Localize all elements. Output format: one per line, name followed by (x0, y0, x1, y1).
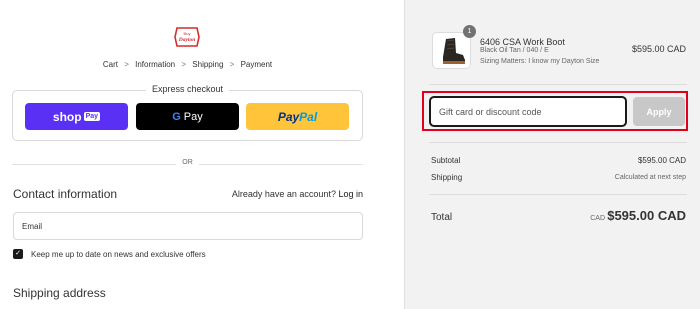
summary-divider (429, 194, 687, 195)
or-label: OR (176, 159, 199, 166)
breadcrumb-separator: > (181, 60, 187, 69)
subtotal-label: Subtotal (431, 156, 461, 165)
product-thumbnail (432, 32, 471, 69)
product-variant: Black Oil Tan / 040 / E (480, 47, 549, 54)
contact-information-heading: Contact information (13, 187, 118, 201)
product-price: $595.00 CAD (631, 44, 686, 54)
paypal-label-pay: Pay (277, 109, 300, 124)
boot-image (443, 38, 465, 64)
marketing-opt-in[interactable]: ✓ Keep me up to date on news and exclusi… (13, 249, 206, 259)
shipping-value: Calculated at next step (614, 174, 686, 181)
google-pay-label: Pay (183, 110, 203, 123)
marketing-checkbox[interactable]: ✓ (13, 249, 23, 259)
logo-text-top: Buy (184, 31, 191, 36)
shipping-label: Shipping (431, 173, 463, 182)
product-size-note: Sizing Matters: I know my Dayton Size (480, 58, 600, 65)
logo-text-main: Dayton (178, 37, 196, 43)
store-logo[interactable]: Buy Dayton (173, 25, 201, 49)
breadcrumb-separator: > (229, 60, 235, 69)
shop-pay-badge: Pay (83, 112, 101, 121)
shop-pay-button[interactable]: shop Pay (25, 103, 128, 130)
account-prompt-text: Already have an account? (231, 189, 336, 199)
paypal-label-pal: Pal (299, 109, 318, 124)
apply-discount-button[interactable]: Apply (633, 97, 685, 126)
total-currency: CAD (590, 215, 605, 222)
google-pay-button[interactable]: G Pay (136, 103, 239, 130)
account-prompt: Already have an account? Log in (232, 189, 363, 199)
shipping-address-heading: Shipping address (13, 286, 106, 300)
summary-divider (429, 84, 687, 85)
shop-pay-label: shop (52, 109, 82, 124)
total-value: $595.00 CAD (607, 208, 686, 223)
breadcrumb-information: Information (135, 60, 176, 69)
subtotal-value: $595.00 CAD (637, 156, 686, 165)
breadcrumb-payment: Payment (240, 60, 273, 69)
checkout-main-panel: Buy Dayton Cart > Information > Shipping… (0, 0, 404, 309)
breadcrumb-separator: > (124, 60, 129, 69)
paypal-button[interactable]: Pay Pal (246, 103, 349, 130)
breadcrumb-cart[interactable]: Cart (103, 60, 118, 69)
product-name: 6406 CSA Work Boot (480, 37, 565, 47)
express-checkout-title: Express checkout (145, 84, 230, 94)
google-g-icon: G (172, 110, 181, 123)
discount-code-input[interactable] (430, 97, 626, 126)
quantity-badge: 1 (463, 25, 476, 38)
express-checkout-box: Express checkout shop Pay G Pay Pay Pal (12, 84, 363, 141)
marketing-checkbox-label: Keep me up to date on news and exclusive… (31, 249, 206, 259)
breadcrumb-shipping: Shipping (192, 60, 224, 69)
breadcrumb: Cart > Information > Shipping > Payment (0, 60, 375, 69)
summary-divider (429, 142, 687, 143)
total-label: Total (431, 212, 453, 223)
email-field[interactable] (13, 212, 363, 240)
login-link[interactable]: Log in (338, 189, 363, 199)
